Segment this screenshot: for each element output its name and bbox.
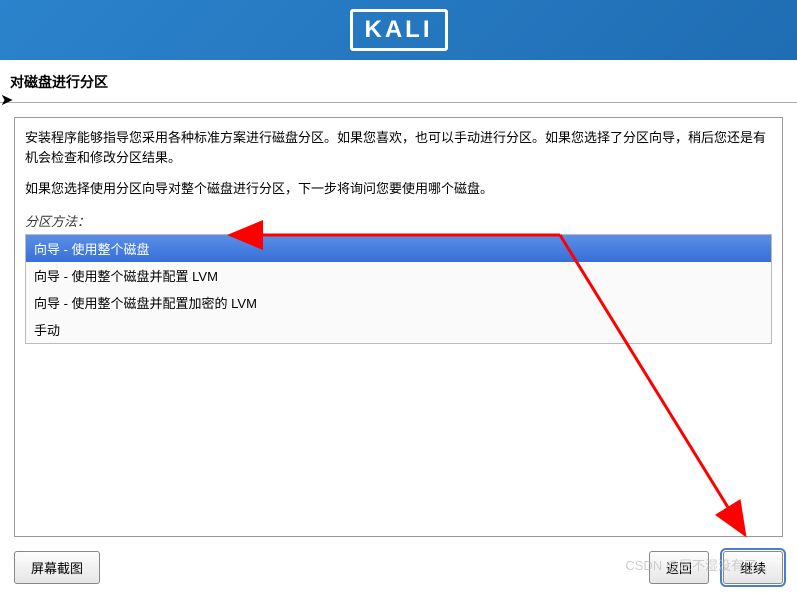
description-2: 如果您选择使用分区向导对整个磁盘进行分区，下一步将询问您要使用哪个磁盘。 <box>25 179 772 199</box>
method-label: 分区方法： <box>25 211 772 230</box>
logo-text: KALI <box>365 16 433 43</box>
screenshot-button[interactable]: 屏幕截图 <box>14 551 100 584</box>
back-button[interactable]: 返回 <box>649 551 709 584</box>
option-manual[interactable]: 手动 <box>26 316 771 343</box>
nav-button-group: 返回 继续 <box>649 551 783 584</box>
option-guided-whole-disk[interactable]: 向导 - 使用整个磁盘 <box>26 235 771 262</box>
title-bar: 对磁盘进行分区 <box>0 60 797 103</box>
description-1: 安装程序能够指导您采用各种标准方案进行磁盘分区。如果您喜欢，也可以手动进行分区。… <box>25 128 772 167</box>
content-panel: 安装程序能够指导您采用各种标准方案进行磁盘分区。如果您喜欢，也可以手动进行分区。… <box>14 117 783 537</box>
bottom-toolbar: 屏幕截图 返回 继续 <box>14 551 783 584</box>
kali-logo: KALI <box>350 9 448 51</box>
option-guided-lvm[interactable]: 向导 - 使用整个磁盘并配置 LVM <box>26 262 771 289</box>
continue-button[interactable]: 继续 <box>723 551 783 584</box>
option-guided-encrypted-lvm[interactable]: 向导 - 使用整个磁盘并配置加密的 LVM <box>26 289 771 316</box>
installer-header: KALI <box>0 0 797 60</box>
partition-method-list: 向导 - 使用整个磁盘 向导 - 使用整个磁盘并配置 LVM 向导 - 使用整个… <box>25 234 772 344</box>
page-title: 对磁盘进行分区 <box>10 72 781 92</box>
